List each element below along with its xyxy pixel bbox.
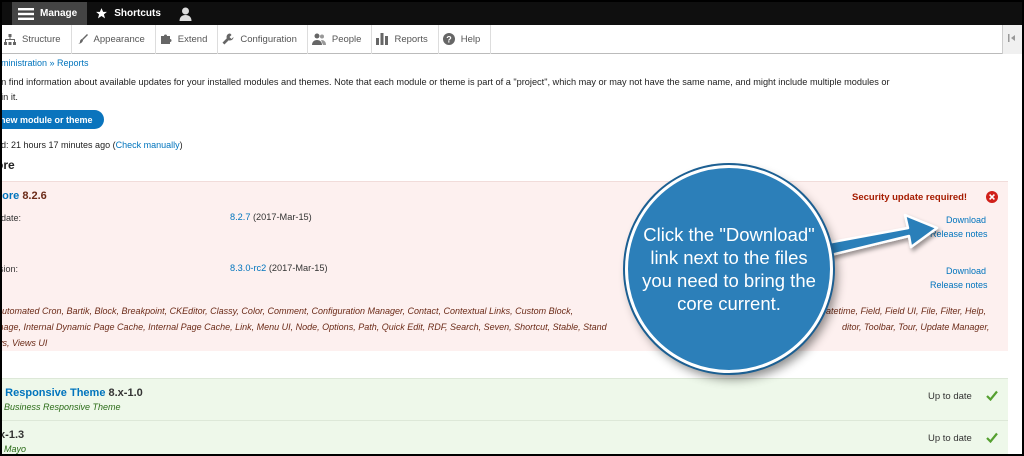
tray-label: Appearance — [93, 33, 145, 45]
project-row: s Responsive Theme 8.x-1.0 Business Resp… — [2, 378, 1008, 420]
core-update-box: core 8.2.6 Security update required! pda… — [2, 181, 1008, 351]
release-notes-link[interactable]: Release notes — [930, 229, 988, 239]
paintbrush-icon — [76, 33, 88, 45]
tray-orientation-toggle[interactable] — [1002, 25, 1022, 54]
recommended-version-link[interactable]: 8.2.7 — [230, 212, 250, 222]
includes-text: ws, Views UI — [2, 338, 48, 348]
bar-chart-icon — [376, 33, 389, 45]
includes-list: Automated Cron, Bartik, Block, Breakpoin… — [2, 303, 1006, 351]
project-version: 8.x-1.0 — [108, 387, 143, 399]
manage-tab[interactable]: Manage — [12, 2, 88, 25]
tray-item-help[interactable]: ? Help — [439, 24, 492, 54]
tray-item-extend[interactable]: Extend — [156, 24, 219, 54]
shortcuts-label: Shortcuts — [114, 8, 161, 19]
check-icon — [986, 430, 998, 448]
latest-date: (2017-Mar-15) — [268, 263, 328, 273]
admin-toolbar: Manage Shortcuts — [2, 2, 1022, 25]
tray-item-appearance[interactable]: Appearance — [72, 24, 156, 54]
tray-label: Extend — [177, 33, 208, 45]
core-title: core 8.2.6 — [2, 190, 47, 202]
user-tab[interactable] — [171, 2, 208, 25]
section-title: ore — [2, 158, 15, 172]
project-link[interactable]: s Responsive Theme — [2, 387, 105, 399]
page-frame: Manage Shortcuts Structure Appearance Ex… — [2, 2, 1022, 454]
tray-label: Reports — [394, 33, 428, 45]
download-link[interactable]: Download — [946, 266, 986, 276]
description-line: an find information about available upda… — [2, 77, 890, 87]
project-title: s Responsive Theme 8.x-1.0 — [2, 387, 143, 399]
tray-label: Help — [460, 33, 481, 45]
manage-label: Manage — [40, 8, 78, 19]
release-notes-link[interactable]: Release notes — [930, 280, 988, 290]
latest-version-link[interactable]: 8.3.0-rc2 — [230, 263, 266, 273]
error-icon — [986, 190, 998, 208]
help-icon: ? — [442, 33, 455, 45]
project-status: Up to date — [928, 391, 972, 402]
check-icon — [986, 388, 998, 406]
recommended-version: 8.2.7 (2017-Mar-15) — [230, 212, 312, 222]
user-icon — [179, 7, 192, 21]
last-checked-text: ed: 21 hours 17 minutes ago ( — [2, 140, 116, 150]
description-line: hin it. — [2, 92, 18, 102]
puzzle-icon — [160, 33, 172, 45]
download-link[interactable]: Download — [946, 215, 986, 225]
latest-version: 8.3.0-rc2 (2017-Mar-15) — [230, 263, 328, 273]
sitemap-icon — [4, 33, 16, 45]
core-version: 8.2.6 — [22, 190, 47, 202]
project-row: .x-1.3 Mayo Up to date — [2, 420, 1008, 454]
includes-text: mage, Internal Dynamic Page Cache, Inter… — [2, 322, 607, 332]
includes-text: atetime, Field, Field UI, File, Filter, … — [826, 306, 987, 316]
collapse-arrow-icon — [1007, 34, 1018, 45]
tray-label: People — [331, 33, 362, 45]
last-checked-suffix: ) — [179, 140, 183, 150]
shortcuts-tab[interactable]: Shortcuts — [87, 2, 171, 25]
wrench-icon — [222, 33, 234, 45]
breadcrumb[interactable]: dministration » Reports — [2, 58, 89, 68]
page-description: an find information about available upda… — [2, 75, 986, 105]
recommended-date: (2017-Mar-15) — [253, 212, 312, 222]
project-subtitle: Business Responsive Theme — [4, 402, 121, 412]
security-status: Security update required! — [852, 192, 968, 203]
tray-item-people[interactable]: People — [308, 24, 373, 54]
project-title: .x-1.3 — [2, 429, 24, 441]
project-status: Up to date — [928, 433, 972, 444]
core-project-link[interactable]: core — [2, 190, 19, 202]
check-manually-link[interactable]: Check manually — [116, 140, 180, 150]
project-version: .x-1.3 — [2, 429, 25, 441]
includes-text: ditor, Toolbar, Tour, Update Manager, — [842, 322, 990, 332]
install-module-button[interactable]: new module or theme — [2, 110, 104, 129]
tray-label: Structure — [22, 33, 61, 45]
star-icon — [95, 7, 108, 20]
latest-label: rsion: — [2, 264, 19, 274]
last-checked: ed: 21 hours 17 minutes ago (Check manua… — [2, 140, 183, 150]
tray-label: Configuration — [240, 33, 297, 45]
svg-text:?: ? — [446, 34, 452, 44]
tray-item-structure[interactable]: Structure — [2, 24, 72, 54]
people-icon — [311, 33, 326, 45]
tray-item-reports[interactable]: Reports — [372, 24, 439, 54]
toolbar-tray: Structure Appearance Extend Configuratio… — [2, 24, 1022, 54]
tray-item-configuration[interactable]: Configuration — [218, 24, 308, 54]
project-subtitle: Mayo — [4, 444, 27, 454]
recommended-label: pdate: — [2, 213, 22, 223]
includes-text: Automated Cron, Bartik, Block, Breakpoin… — [2, 306, 574, 316]
hamburger-icon — [18, 7, 34, 20]
